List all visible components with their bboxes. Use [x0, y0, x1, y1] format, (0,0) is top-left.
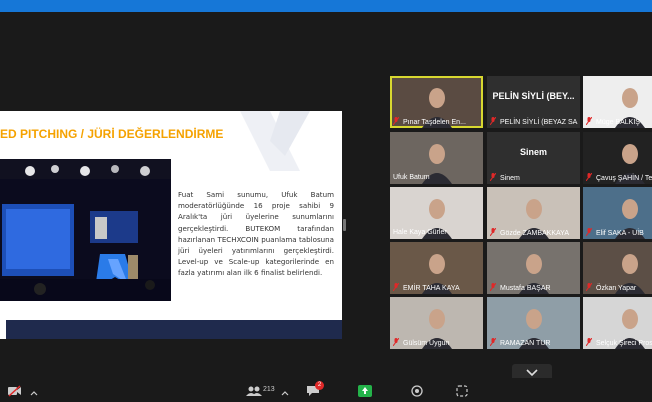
participant-name-text: Özkan Yapar — [596, 285, 637, 292]
participant-tile[interactable]: Gözde ZAMBAKKAYA — [487, 187, 580, 239]
participant-name-text: PELİN SİYLİ (BEYAZ SA... — [500, 119, 578, 126]
participant-name-text: Gülsüm Uygun — [403, 340, 450, 347]
muted-mic-icon — [586, 283, 593, 292]
participant-name-text: Gözde ZAMBAKKAYA — [500, 230, 569, 237]
participant-name-label: Çavuş ŞAHİN / Te — [586, 173, 652, 183]
shared-screen-slide: ED PITCHING / JÜRİ DEĞERLENDİRME Fuat Sa… — [0, 111, 342, 339]
window-title-bar — [0, 0, 652, 12]
participant-tile[interactable]: Selçuk Şireci Pros — [583, 297, 652, 349]
muted-mic-icon — [490, 173, 497, 182]
stop-video-button[interactable] — [8, 384, 22, 398]
participant-display-name: Sinem — [519, 147, 547, 157]
slide-footer-corner — [0, 320, 6, 339]
participant-tile[interactable]: PELİN SİYLİ (BEY... PELİN SİYLİ (BEYAZ SA… — [487, 76, 580, 128]
participant-name-text: Çavuş ŞAHİN / Te — [596, 175, 652, 182]
participant-name-label: Elif SAKA - UİB — [586, 228, 652, 238]
muted-mic-icon — [393, 283, 400, 292]
muted-mic-icon — [586, 338, 593, 347]
muted-mic-icon — [490, 117, 497, 126]
slide-body-text: Fuat Sami sunumu, Ufuk Batum moderatörlü… — [178, 190, 334, 278]
muted-mic-icon — [393, 117, 400, 126]
record-button[interactable] — [410, 384, 424, 398]
split-view-handle[interactable] — [343, 219, 346, 231]
muted-mic-icon — [490, 283, 497, 292]
chat-unread-badge: 2 — [315, 381, 324, 390]
meeting-stage: ED PITCHING / JÜRİ DEĞERLENDİRME Fuat Sa… — [0, 12, 652, 382]
participant-name-text: Mustafa BAŞAR — [500, 285, 551, 292]
muted-mic-icon — [490, 338, 497, 347]
participant-name-text: Müge BALKIŞ — [596, 119, 640, 126]
share-screen-button[interactable] — [358, 384, 372, 398]
participant-tile[interactable]: EMİR TAHA KAYA — [390, 242, 483, 294]
record-icon — [411, 385, 423, 397]
muted-mic-icon — [393, 338, 400, 347]
participants-options-caret[interactable] — [281, 384, 289, 398]
video-options-caret[interactable] — [30, 384, 38, 398]
participant-name-label: EMİR TAHA KAYA — [393, 283, 481, 293]
muted-mic-icon — [586, 117, 593, 126]
reactions-icon — [456, 385, 468, 397]
participant-name-text: Selçuk Şireci Pros — [596, 340, 652, 347]
participant-tile[interactable]: Elif SAKA - UİB — [583, 187, 652, 239]
chevron-up-icon — [281, 391, 289, 396]
participant-name-label: Selçuk Şireci Pros — [586, 338, 652, 348]
participant-tile[interactable]: Hale Kaya Gürler — [390, 187, 483, 239]
participant-tile[interactable]: RAMAZAN TUR — [487, 297, 580, 349]
participant-tile[interactable]: Özkan Yapar — [583, 242, 652, 294]
share-screen-icon — [358, 385, 372, 397]
participant-tile[interactable]: Mustafa BAŞAR — [487, 242, 580, 294]
participant-tile[interactable]: Müge BALKIŞ — [583, 76, 652, 128]
participants-button[interactable] — [246, 384, 262, 398]
participant-name-label: Özkan Yapar — [586, 283, 652, 293]
participant-name-label: PELİN SİYLİ (BEYAZ SA... — [490, 117, 578, 127]
event-stage-photo — [0, 159, 171, 301]
participant-name-label: Mustafa BAŞAR — [490, 283, 578, 293]
participant-name-text: Ufuk Batum — [393, 174, 430, 181]
slide-footer-bar — [0, 320, 342, 339]
participant-name-text: Pınar Taşdelen En... — [403, 119, 466, 126]
meeting-toolbar: 213 2 — [0, 378, 652, 400]
participant-tile[interactable]: Ufuk Batum — [390, 132, 483, 184]
participant-name-text: EMİR TAHA KAYA — [403, 285, 460, 292]
participant-name-label: Gülsüm Uygun — [393, 338, 481, 348]
participant-name-label: Hale Kaya Gürler — [393, 228, 481, 238]
participant-name-text: RAMAZAN TUR — [500, 340, 551, 347]
participant-tile[interactable]: Pınar Taşdelen En... — [390, 76, 483, 128]
participant-tile[interactable]: Çavuş ŞAHİN / Te — [583, 132, 652, 184]
reactions-button[interactable] — [456, 384, 470, 398]
participant-display-name: PELİN SİYLİ (BEY... — [492, 91, 575, 101]
participant-name-label: Sinem — [490, 173, 578, 183]
participants-icon — [246, 386, 262, 396]
muted-mic-icon — [586, 228, 593, 237]
muted-mic-icon — [490, 228, 497, 237]
participant-name-label: RAMAZAN TUR — [490, 338, 578, 348]
participant-tile[interactable]: Sinem Sinem — [487, 132, 580, 184]
participant-name-text: Elif SAKA - UİB — [596, 230, 644, 237]
slide-title: ED PITCHING / JÜRİ DEĞERLENDİRME — [0, 127, 224, 141]
participant-name-text: Hale Kaya Gürler — [393, 229, 447, 236]
participant-name-text: Sinem — [500, 175, 520, 182]
participants-count: 213 — [263, 386, 275, 393]
participant-name-label: Ufuk Batum — [393, 173, 481, 183]
participant-name-label: Pınar Taşdelen En... — [393, 117, 481, 127]
participant-tile[interactable]: Gülsüm Uygun — [390, 297, 483, 349]
muted-mic-icon — [586, 173, 593, 182]
participant-name-label: Gözde ZAMBAKKAYA — [490, 228, 578, 238]
chevron-up-icon — [30, 391, 38, 396]
participant-name-label: Müge BALKIŞ — [586, 117, 652, 127]
video-camera-off-icon — [8, 385, 21, 397]
